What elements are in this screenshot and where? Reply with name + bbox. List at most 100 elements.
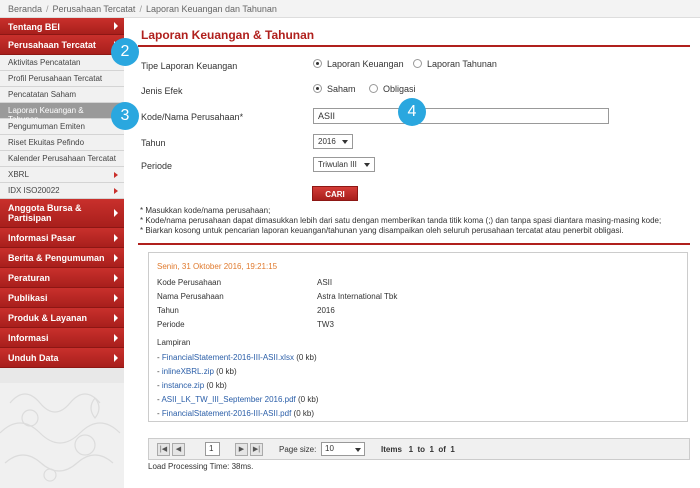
sidebar-subitem-label: Kalender Perusahaan Tercatat [8, 154, 116, 163]
attachment-size: (0 kb) [206, 381, 227, 390]
items-to-label: to [417, 445, 426, 454]
sidebar-subitem-profil[interactable]: Profil Perusahaan Tercatat [0, 71, 124, 87]
radio-laporan-tahunan-label[interactable]: Laporan Tahunan [427, 59, 497, 69]
result-value: TW3 [317, 320, 334, 329]
batik-pattern [0, 383, 124, 488]
sidebar-item-berita[interactable]: Berita & Pengumuman [0, 248, 124, 268]
sidebar-subitem-pencatatan-saham[interactable]: Pencatatan Saham [0, 87, 124, 103]
sidebar-item-label: Publikasi [8, 293, 48, 303]
sidebar-item-label: Informasi Pasar [8, 233, 76, 243]
radio-laporan-keuangan[interactable] [313, 59, 322, 68]
attachment-size: (0 kb) [216, 367, 237, 376]
sidebar-item-produk-layanan[interactable]: Produk & Layanan [0, 308, 124, 328]
result-key: Nama Perusahaan [157, 292, 224, 301]
sidebar-item-informasi[interactable]: Informasi [0, 328, 124, 348]
sidebar-subitem-pengumuman-emiten[interactable]: Pengumuman Emiten [0, 119, 124, 135]
attachment-link[interactable]: FinancialStatement-2016-III-ASII.pdf [162, 409, 291, 418]
sidebar-subitem-aktivitas[interactable]: Aktivitas Pencatatan [0, 55, 124, 71]
page-size-value: 10 [325, 444, 334, 453]
sidebar-item-perusahaan-tercatat[interactable]: Perusahaan Tercatat [0, 35, 124, 55]
page-title: Laporan Keuangan & Tahunan [141, 28, 315, 42]
sidebar-item-label: Peraturan [8, 273, 51, 283]
pager: |◀ ◀ 1 ▶ ▶| Page size: 10 Items 1 to 1 o… [148, 438, 690, 460]
radio-saham[interactable] [313, 84, 322, 93]
lampiran-label: Lampiran [157, 338, 191, 347]
first-page-icon[interactable]: |◀ [157, 443, 170, 456]
chevron-down-icon [364, 163, 370, 167]
result-value: 2016 [317, 306, 335, 315]
breadcrumb-current: Laporan Keuangan dan Tahunan [145, 4, 277, 14]
result-card: Senin, 31 Oktober 2016, 19:21:15 Kode Pe… [148, 252, 688, 422]
next-page-icon[interactable]: ▶ [235, 443, 248, 456]
attachment-link[interactable]: ASII_LK_TW_III_September 2016.pdf [161, 395, 295, 404]
radio-obligasi-label[interactable]: Obligasi [383, 84, 416, 94]
breadcrumb-home[interactable]: Beranda [8, 4, 42, 14]
chevron-right-icon [114, 188, 118, 194]
result-key: Kode Perusahaan [157, 278, 222, 287]
radio-laporan-tahunan[interactable] [413, 59, 422, 68]
periode-label: Periode [141, 161, 173, 171]
prev-page-icon[interactable]: ◀ [172, 443, 185, 456]
sidebar-subitem-kalender[interactable]: Kalender Perusahaan Tercatat [0, 151, 124, 167]
sidebar-subitem-label: XBRL [8, 170, 29, 179]
note-line: * Kode/nama perusahaan dapat dimasukkan … [140, 216, 662, 225]
sidebar-subitem-label: Pencatatan Saham [8, 90, 77, 99]
sidebar-item-label: Tentang BEI [8, 22, 60, 32]
chevron-right-icon [114, 22, 118, 30]
attachment-size: (0 kb) [296, 353, 317, 362]
breadcrumb: Beranda / Perusahaan Tercatat / Laporan Keua… [0, 0, 700, 18]
sidebar-item-label: Perusahaan Tercatat [8, 40, 96, 50]
attachment-size: (0 kb) [293, 409, 314, 418]
radio-laporan-keuangan-label[interactable]: Laporan Keuangan [327, 59, 404, 69]
sidebar-subitem-label: Profil Perusahaan Tercatat [8, 74, 103, 83]
sidebar-subitem-idx-iso[interactable]: IDX ISO20022 [0, 183, 124, 199]
tahun-select[interactable]: 2016 [313, 134, 353, 149]
kode-perusahaan-input[interactable]: ASII [313, 108, 609, 124]
chevron-right-icon [114, 209, 118, 217]
sidebar-item-tentang-bei[interactable]: Tentang BEI [0, 18, 124, 35]
page-size-select[interactable]: 10 [321, 442, 365, 456]
main-content: Laporan Keuangan & Tahunan Tipe Laporan … [130, 18, 690, 488]
items-from: 1 [408, 445, 414, 454]
result-value: Astra International Tbk [317, 292, 398, 301]
chevron-right-icon [114, 233, 118, 242]
sidebar-item-unduh-data[interactable]: Unduh Data [0, 348, 124, 368]
sidebar-subitem-riset-ekuitas[interactable]: Riset Ekuitas Pefindo [0, 135, 124, 151]
radio-saham-label[interactable]: Saham [327, 84, 356, 94]
step-callout-3: 3 [111, 102, 139, 130]
sidebar-item-informasi-pasar[interactable]: Informasi Pasar [0, 228, 124, 248]
sidebar-item-anggota-bursa[interactable]: Anggota Bursa & Partisipan [0, 199, 124, 228]
attachment-link[interactable]: FinancialStatement-2016-III-ASII.xlsx [162, 353, 294, 362]
last-page-icon[interactable]: ▶| [250, 443, 263, 456]
attachment-link[interactable]: inlineXBRL.zip [162, 367, 214, 376]
sidebar-item-label: Informasi [8, 333, 49, 343]
chevron-right-icon [114, 353, 118, 362]
title-divider [138, 45, 690, 47]
sidebar-item-peraturan[interactable]: Peraturan [0, 268, 124, 288]
attachment-size: (0 kb) [298, 395, 319, 404]
load-time: Load Processing Time: 38ms. [148, 462, 254, 471]
attachment-item: - instance.zip (0 kb) [157, 381, 227, 390]
radio-obligasi[interactable] [369, 84, 378, 93]
attachment-item: - inlineXBRL.zip (0 kb) [157, 367, 237, 376]
sidebar-subitem-xbrl[interactable]: XBRL [0, 167, 124, 183]
chevron-right-icon [114, 273, 118, 282]
chevron-right-icon [114, 172, 118, 178]
sidebar-subitem-laporan-keuangan[interactable]: Laporan Keuangan & Tahunan [0, 103, 124, 124]
sidebar-subitem-label: Riset Ekuitas Pefindo [8, 138, 85, 147]
page-number-input[interactable]: 1 [205, 442, 220, 456]
periode-select[interactable]: Triwulan III [313, 157, 375, 172]
result-value: ASII [317, 278, 333, 287]
chevron-down-icon [342, 140, 348, 144]
sidebar-item-publikasi[interactable]: Publikasi [0, 288, 124, 308]
attachment-item: - ASII_LK_TW_III_September 2016.pdf (0 k… [157, 395, 319, 404]
step-callout-4: 4 [398, 98, 426, 126]
cari-button[interactable]: CARI [312, 186, 358, 201]
breadcrumb-listed[interactable]: Perusahaan Tercatat [53, 4, 136, 14]
items-summary: Items 1 to 1 of 1 [381, 445, 455, 454]
attachment-link[interactable]: instance.zip [162, 381, 204, 390]
sidebar-subitem-label: IDX ISO20022 [8, 186, 60, 195]
items-of-label: of [438, 445, 446, 454]
breadcrumb-separator: / [139, 4, 142, 14]
items-label: Items [381, 445, 402, 454]
